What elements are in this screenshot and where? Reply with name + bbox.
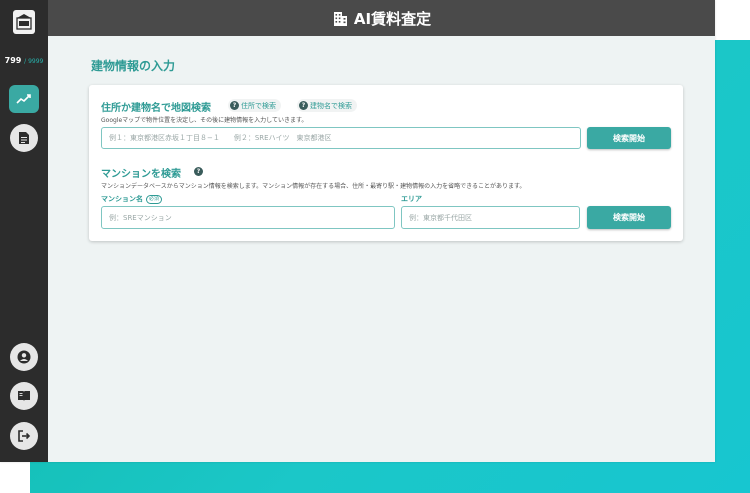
map-search-description: Googleマップで物件位置を決定し、その後に建物情報を入力していきます。 bbox=[101, 117, 308, 124]
help-building-label: 建物名で検索 bbox=[310, 101, 352, 110]
area-label-text: エリア bbox=[401, 195, 422, 203]
user-icon bbox=[17, 350, 31, 364]
sidebar-item-assessment[interactable] bbox=[9, 85, 39, 113]
required-badge: 必須 bbox=[146, 194, 163, 204]
sidebar-item-manual[interactable] bbox=[10, 382, 38, 410]
app-title: AI賃料査定 bbox=[353, 9, 432, 28]
top-bar: AI賃料査定 bbox=[48, 0, 715, 36]
map-search-button[interactable]: 検索開始 bbox=[587, 127, 671, 149]
help-mansion-search[interactable]: ? bbox=[194, 165, 203, 178]
app-logo bbox=[13, 10, 35, 34]
usage-count: 799 bbox=[4, 56, 22, 65]
book-icon bbox=[18, 391, 30, 401]
logout-icon bbox=[18, 430, 31, 442]
sidebar-item-logout[interactable] bbox=[10, 422, 38, 450]
address-search-placeholder: 例１：東京都港区赤坂１丁目８−１ 例２：SREハイツ 東京都港区 bbox=[109, 134, 332, 142]
usage-counter: 799 / 9999 bbox=[0, 56, 48, 65]
search-card: 住所か建物名で地図検索 ? 住所で検索 ? 建物名で検索 Googleマップで物… bbox=[89, 85, 683, 241]
area-label: エリア bbox=[401, 194, 422, 204]
help-address-label: 住所で検索 bbox=[241, 101, 276, 110]
area-input[interactable]: 例：東京都千代田区 bbox=[401, 206, 580, 229]
map-search-title: 住所か建物名で地図検索 bbox=[101, 103, 211, 114]
app-title-wrap: AI賃料査定 bbox=[48, 0, 715, 36]
page-title: 建物情報の入力 bbox=[91, 59, 176, 73]
mansion-name-label-text: マンション名 bbox=[101, 195, 143, 203]
trend-chart-icon bbox=[16, 94, 31, 104]
question-icon: ? bbox=[230, 101, 239, 110]
area-placeholder: 例：東京都千代田区 bbox=[409, 213, 472, 222]
app-window: 799 / 9999 AI賃料査定 建物情報の入力 住所か建物名で地図検索 ? … bbox=[0, 0, 715, 462]
mansion-name-label: マンション名 必須 bbox=[101, 194, 163, 204]
usage-max: / 9999 bbox=[24, 58, 44, 65]
mansion-search-description: マンションデータベースからマンション情報を検索します。マンション情報が存在する場… bbox=[101, 183, 526, 190]
help-building-search[interactable]: ? 建物名で検索 bbox=[297, 99, 357, 112]
mansion-search-title: マンションを検索 bbox=[101, 169, 181, 180]
sidebar-item-account[interactable] bbox=[10, 343, 38, 371]
mansion-search-button[interactable]: 検索開始 bbox=[587, 206, 671, 229]
address-search-input[interactable]: 例１：東京都港区赤坂１丁目８−１ 例２：SREハイツ 東京都港区 bbox=[101, 127, 581, 149]
question-icon: ? bbox=[194, 167, 203, 176]
document-icon bbox=[19, 132, 29, 144]
mansion-name-input[interactable]: 例：SREマンション bbox=[101, 206, 395, 229]
question-icon: ? bbox=[299, 101, 308, 110]
help-address-search[interactable]: ? 住所で検索 bbox=[228, 99, 281, 112]
sidebar-item-documents[interactable] bbox=[10, 124, 38, 152]
sidebar: 799 / 9999 bbox=[0, 0, 48, 462]
building-icon bbox=[333, 11, 347, 26]
mansion-name-placeholder: 例：SREマンション bbox=[109, 213, 172, 222]
